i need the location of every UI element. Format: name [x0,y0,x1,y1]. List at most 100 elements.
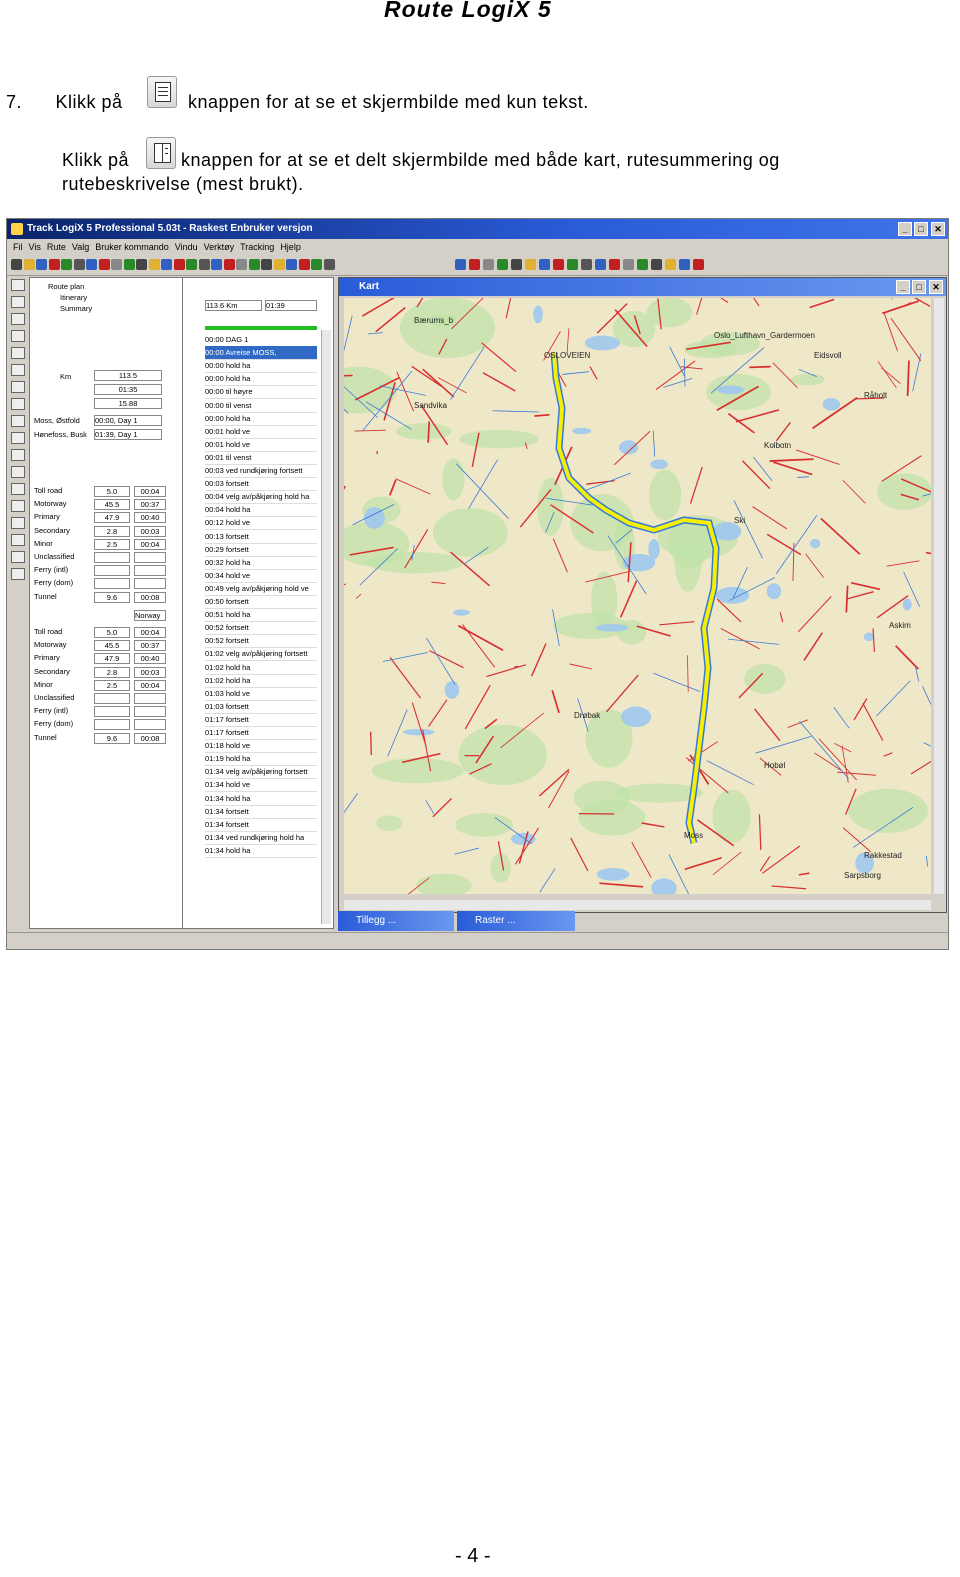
map-horizontal-scrollbar[interactable] [344,900,931,910]
side-tool-icon[interactable] [11,483,25,495]
toolbar-icon[interactable] [581,259,592,270]
toolbar-icon[interactable] [123,259,135,270]
toolbar-icon[interactable] [679,259,690,270]
itinerary-row[interactable]: 01:34 fortsett [205,805,317,819]
itinerary-row[interactable]: 00:03 ved rundkjøring fortsett [205,464,317,478]
toolbar-icon[interactable] [298,259,310,270]
toolbar-icon[interactable] [525,259,536,270]
itinerary-row[interactable]: 00:04 velg av/påkjøring hold ha [205,490,317,505]
itinerary-row[interactable]: 01:02 velg av/påkjøring fortsett [205,647,317,662]
itinerary-scrollbar[interactable] [321,330,331,924]
itinerary-row[interactable]: 00:00 hold ha [205,412,317,426]
toolbar-icon[interactable] [86,259,97,270]
itinerary-row[interactable]: 00:00 DAG 1 [205,333,317,347]
itinerary-row[interactable]: 01:34 hold ha [205,844,317,858]
tree-item-itinerary[interactable]: Itinerary [60,293,87,302]
itinerary-row[interactable]: 00:04 hold ha [205,503,317,518]
taskbar-tillegg[interactable]: Tillegg ... [338,911,454,931]
taskbar-raster[interactable]: Raster ... [457,911,575,931]
toolbar-icon[interactable] [198,259,210,270]
side-tool-icon[interactable] [11,296,25,308]
toolbar-icon[interactable] [511,259,522,270]
toolbar-icon[interactable] [23,259,35,270]
itinerary-row[interactable]: 00:52 fortsett [205,634,317,649]
side-tool-icon[interactable] [11,347,25,359]
itinerary-row[interactable]: 01:34 velg av/påkjøring fortsett [205,765,317,780]
itinerary-row[interactable]: 00:01 til venst [205,451,317,465]
side-tool-icon[interactable] [11,449,25,461]
route-map[interactable]: OSLOVEIEN Oslo_Lufthavn_Gardermoen Bærums_… [344,298,931,894]
toolbar-icon[interactable] [36,259,47,270]
itinerary-row[interactable]: 01:34 hold ha [205,792,317,806]
toolbar-icon[interactable] [136,259,147,270]
side-tool-icon[interactable] [11,313,25,325]
toolbar-icon[interactable] [553,259,564,270]
menu-item-6[interactable]: Verktøy [204,242,235,252]
tree-item-summary[interactable]: Summary [60,304,92,313]
toolbar-icon[interactable] [483,259,494,270]
menu-item-3[interactable]: Valg [72,242,89,252]
maximize-icon[interactable]: □ [914,222,928,236]
map-close-icon[interactable]: ✕ [929,280,943,294]
itinerary-row[interactable]: 00:01 hold ve [205,438,317,452]
toolbar-icon[interactable] [161,259,172,270]
side-tool-icon[interactable] [11,330,25,342]
itinerary-row[interactable]: 00:12 hold ve [205,516,317,531]
itinerary-row[interactable]: 00:00 hold ha [205,372,317,387]
toolbar-icon[interactable] [148,259,160,270]
side-tool-icon[interactable] [11,568,25,580]
itinerary-row[interactable]: 01:34 ved rundkjøring hold ha [205,831,317,845]
itinerary-row[interactable]: 00:34 hold ve [205,569,317,583]
side-tool-icon[interactable] [11,517,25,529]
itinerary-row[interactable]: 00:29 fortsett [205,543,317,557]
map-minimize-icon[interactable]: _ [896,280,910,294]
side-tool-icon[interactable] [11,415,25,427]
itinerary-row[interactable]: 01:34 hold ve [205,778,317,793]
itinerary-row[interactable]: 01:34 fortsett [205,818,317,832]
toolbar-icon[interactable] [539,259,550,270]
toolbar-icon[interactable] [186,259,197,270]
toolbar-icon[interactable] [469,259,480,270]
toolbar-icon[interactable] [11,259,22,270]
menu-item-4[interactable]: Bruker kommando [95,242,169,252]
toolbar-icon[interactable] [651,259,662,270]
itinerary-row[interactable]: 00:00 til venst [205,399,317,413]
map-maximize-icon[interactable]: □ [912,280,926,294]
menu-item-7[interactable]: Tracking [240,242,274,252]
toolbar-icon[interactable] [236,259,247,270]
itinerary-row[interactable]: 00:00 hold ha [205,359,317,374]
side-tool-icon[interactable] [11,432,25,444]
toolbar-icon[interactable] [223,259,235,270]
side-tool-icon[interactable] [11,500,25,512]
menu-item-2[interactable]: Rute [47,242,66,252]
toolbar-icon[interactable] [286,259,297,270]
toolbar-icon[interactable] [48,259,60,270]
toolbar-icon[interactable] [665,259,676,270]
close-icon[interactable]: ✕ [931,222,945,236]
menu-item-1[interactable]: Vis [29,242,41,252]
minimize-icon[interactable]: _ [898,222,912,236]
tree-item-route-plan[interactable]: Route plan [48,282,84,291]
itinerary-row[interactable]: 01:18 hold ve [205,739,317,754]
itinerary-row[interactable]: 01:17 fortsett [205,713,317,727]
toolbar-icon[interactable] [623,259,634,270]
itinerary-row[interactable]: 00:13 fortsett [205,530,317,544]
toolbar-icon[interactable] [111,259,122,270]
menu-item-0[interactable]: Fil [13,242,23,252]
itinerary-row[interactable]: 00:00 til høyre [205,385,317,400]
toolbar-icon[interactable] [173,259,185,270]
toolbar-icon[interactable] [455,259,466,270]
menu-item-5[interactable]: Vindu [175,242,198,252]
side-tool-icon[interactable] [11,279,25,291]
toolbar-icon[interactable] [248,259,260,270]
split-view-icon[interactable] [146,137,176,169]
toolbar-icon[interactable] [323,259,335,270]
itinerary-row[interactable]: 00:00 Avreise MOSS, [205,346,317,361]
toolbar-icon[interactable] [595,259,606,270]
map-vertical-scrollbar[interactable] [934,298,944,894]
side-tool-icon[interactable] [11,398,25,410]
itinerary-row[interactable]: 01:19 hold ha [205,752,317,767]
toolbar-icon[interactable] [637,259,648,270]
side-tool-icon[interactable] [11,466,25,478]
itinerary-row[interactable]: 00:01 hold ve [205,425,317,439]
